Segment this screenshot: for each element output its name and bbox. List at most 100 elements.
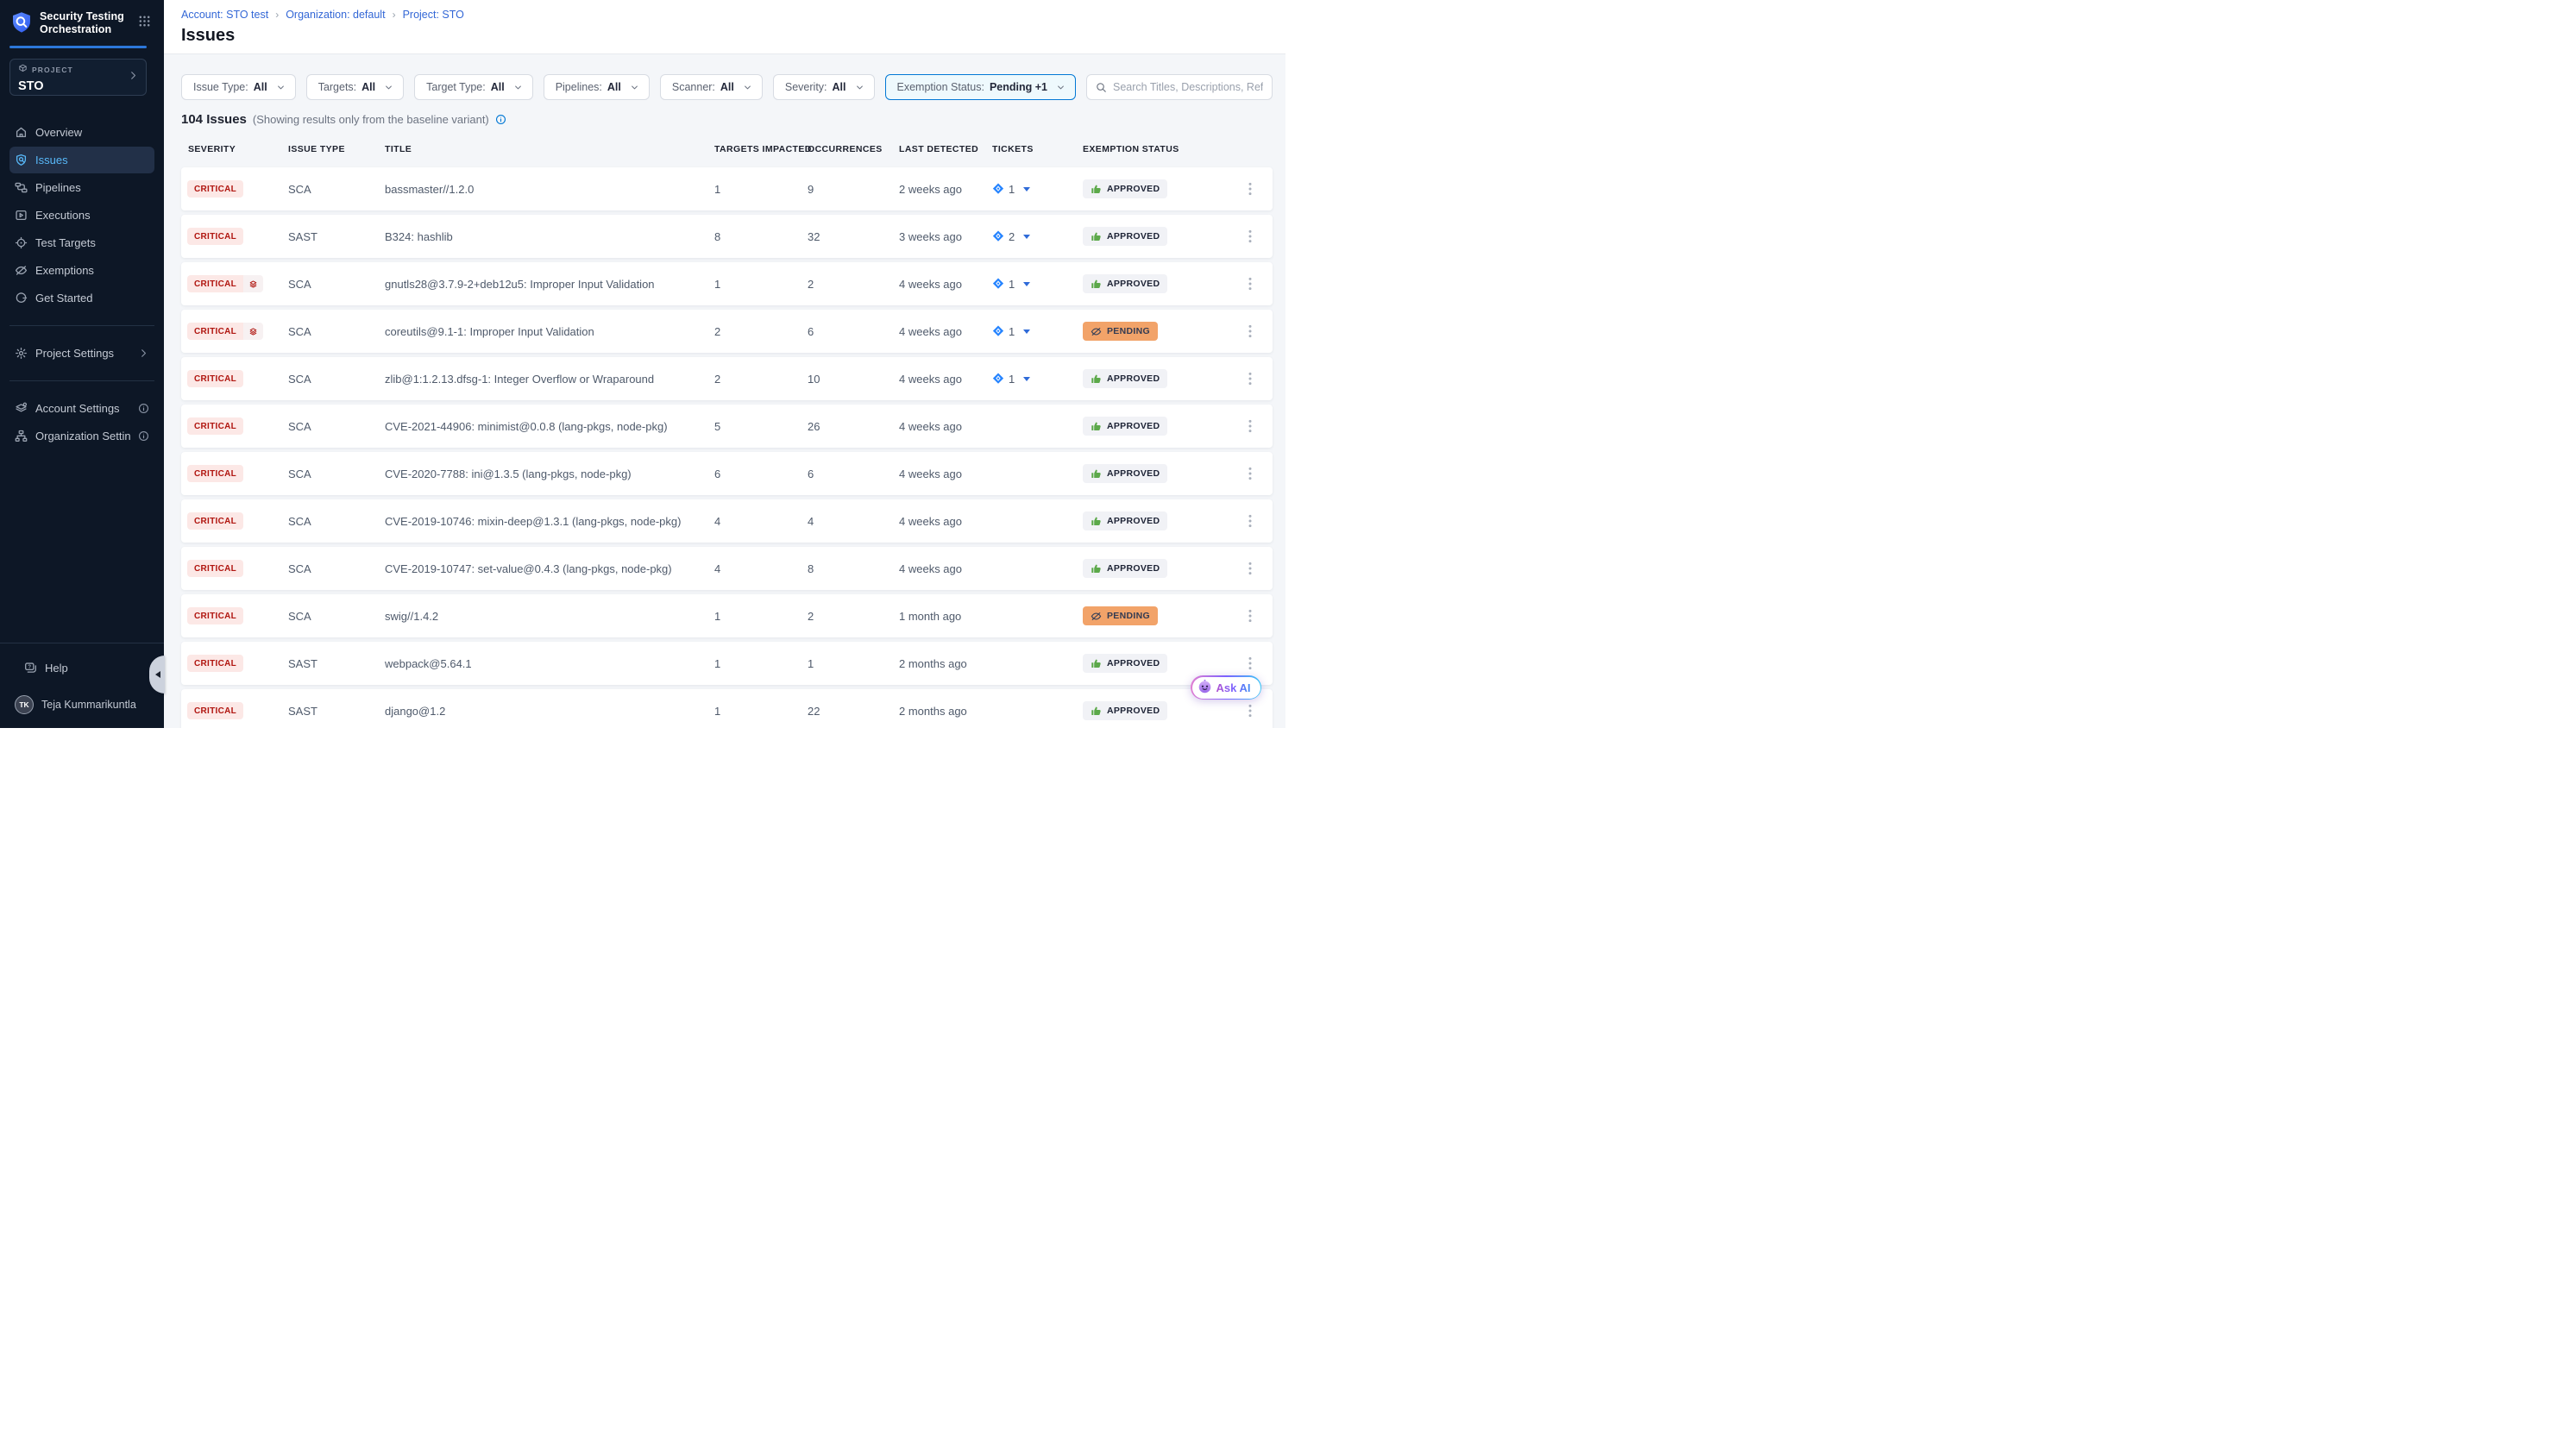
kebab-icon[interactable] — [1243, 700, 1257, 721]
breadcrumb-link-organization-default[interactable]: Organization: default — [286, 9, 385, 21]
grid-icon[interactable] — [138, 13, 154, 28]
issue-type: SCA — [288, 515, 385, 528]
issue-row[interactable]: CRITICAL SCA CVE-2021-44906: minimist@0.… — [181, 405, 1273, 448]
sidebar-secondary-nav: Project Settings — [0, 339, 164, 367]
jira-icon — [992, 373, 1004, 385]
targets-impacted: 4 — [714, 515, 808, 528]
sidebar-item-pipelines[interactable]: Pipelines — [9, 174, 154, 201]
sidebar-item-project-settings[interactable]: Project Settings — [9, 340, 154, 367]
exemption-status-badge: APPROVED — [1083, 464, 1167, 483]
sidebar-item-get-started[interactable]: Get Started — [9, 285, 154, 311]
sidebar-item-executions[interactable]: Executions — [9, 202, 154, 229]
filter-dropdown-scanner[interactable]: Scanner: All — [660, 74, 763, 100]
jira-icon — [992, 325, 1004, 337]
sidebar-item-overview[interactable]: Overview — [9, 119, 154, 146]
exemption-status-badge: PENDING — [1083, 322, 1158, 341]
issue-row[interactable]: CRITICAL SAST django@1.2 1 22 2 months a… — [181, 689, 1273, 728]
filter-dropdown-target-type[interactable]: Target Type: All — [414, 74, 533, 100]
issue-type: SCA — [288, 278, 385, 291]
project-selector[interactable]: PROJECT STO — [9, 59, 147, 96]
issue-row[interactable]: CRITICAL SCA gnutls28@3.7.9-2+deb12u5: I… — [181, 262, 1273, 305]
sidebar-item-issues[interactable]: Issues — [9, 147, 154, 173]
exemption-status-badge: APPROVED — [1083, 701, 1167, 720]
ticket-count: 1 — [1009, 373, 1015, 386]
ticket-expand-caret-icon[interactable] — [1023, 187, 1030, 191]
project-name: STO — [18, 79, 128, 93]
issue-row[interactable]: CRITICAL SCA CVE-2019-10746: mixin-deep@… — [181, 499, 1273, 543]
chevron-right-icon — [128, 70, 139, 85]
ask-ai-button[interactable]: Ask AI — [1191, 675, 1261, 700]
sidebar-item-exemptions[interactable]: Exemptions — [9, 257, 154, 284]
status-label: APPROVED — [1107, 279, 1160, 289]
sidebar-item-help[interactable]: ? Help — [19, 655, 145, 681]
sidebar-item-account-settings[interactable]: Account Settings — [9, 395, 154, 422]
kebab-icon[interactable] — [1243, 226, 1257, 247]
issue-row[interactable]: CRITICAL SCA coreutils@9.1-1: Improper I… — [181, 310, 1273, 353]
status-label: APPROVED — [1107, 468, 1160, 479]
severity-badge: CRITICAL — [187, 512, 243, 530]
occurrences: 8 — [808, 562, 899, 575]
ticket-expand-caret-icon[interactable] — [1023, 329, 1030, 334]
severity-badge: CRITICAL — [187, 655, 243, 672]
kebab-icon[interactable] — [1243, 273, 1257, 294]
issues-summary: 104 Issues (Showing results only from th… — [181, 112, 1273, 127]
severity-badge: CRITICAL — [187, 275, 263, 292]
kebab-icon[interactable] — [1243, 606, 1257, 626]
occurrences: 2 — [808, 610, 899, 623]
tickets-cell: 1 — [992, 183, 1083, 196]
issue-row[interactable]: CRITICAL SAST B324: hashlib 8 32 3 weeks… — [181, 215, 1273, 258]
kebab-icon[interactable] — [1243, 511, 1257, 531]
kebab-icon[interactable] — [1243, 321, 1257, 342]
issue-type: SCA — [288, 468, 385, 480]
filter-dropdown-severity[interactable]: Severity: All — [773, 74, 875, 100]
severity-badge: CRITICAL — [187, 465, 243, 482]
severity-badge: CRITICAL — [187, 417, 243, 435]
issue-row[interactable]: CRITICAL SCA swig//1.4.2 1 2 1 month ago… — [181, 594, 1273, 637]
sidebar-item-organization-settings[interactable]: Organization Settings — [9, 423, 154, 449]
ticket-expand-caret-icon[interactable] — [1023, 377, 1030, 381]
kebab-icon[interactable] — [1243, 558, 1257, 579]
sidebar-item-test-targets[interactable]: Test Targets — [9, 229, 154, 256]
issue-type: SCA — [288, 610, 385, 623]
issue-row[interactable]: CRITICAL SCA zlib@1:1.2.13.dfsg-1: Integ… — [181, 357, 1273, 400]
kebab-icon[interactable] — [1243, 179, 1257, 199]
last-detected: 4 weeks ago — [899, 373, 992, 386]
ticket-count: 1 — [1009, 278, 1015, 291]
user-profile[interactable]: TK Teja Kummarikuntla — [15, 695, 149, 714]
sidebar-main-nav: Overview Issues Pipelines Executions Tes… — [0, 118, 164, 312]
content-body: Issue Type: All Targets: All Target Type… — [164, 54, 1286, 728]
search-icon — [1096, 82, 1107, 93]
severity-label: CRITICAL — [187, 512, 243, 530]
filter-dropdown-targets[interactable]: Targets: All — [306, 74, 404, 100]
issue-type: SCA — [288, 420, 385, 433]
kebab-icon[interactable] — [1243, 653, 1257, 674]
status-label: APPROVED — [1107, 516, 1160, 526]
kebab-icon[interactable] — [1243, 416, 1257, 436]
issue-row[interactable]: CRITICAL SCA CVE-2019-10747: set-value@0… — [181, 547, 1273, 590]
sidebar: Security Testing Orchestration PROJECT S… — [0, 0, 164, 728]
last-detected: 1 month ago — [899, 610, 992, 623]
issue-row[interactable]: CRITICAL SCA bassmaster//1.2.0 1 9 2 wee… — [181, 167, 1273, 210]
filter-dropdown-exemption-status[interactable]: Exemption Status: Pending +1 — [885, 74, 1076, 100]
status-label: APPROVED — [1107, 421, 1160, 431]
issue-type: SAST — [288, 230, 385, 243]
ticket-expand-caret-icon[interactable] — [1023, 282, 1030, 286]
kebab-icon[interactable] — [1243, 368, 1257, 389]
breadcrumb-link-account-sto-test[interactable]: Account: STO test — [181, 9, 268, 21]
ticket-expand-caret-icon[interactable] — [1023, 235, 1030, 239]
severity-label: CRITICAL — [187, 560, 243, 577]
exemption-status-badge: APPROVED — [1083, 274, 1167, 293]
issue-title: coreutils@9.1-1: Improper Input Validati… — [385, 325, 714, 338]
info-icon[interactable] — [495, 114, 506, 125]
filter-dropdown-issue-type[interactable]: Issue Type: All — [181, 74, 296, 100]
breadcrumb-link-project-sto[interactable]: Project: STO — [403, 9, 464, 21]
issue-row[interactable]: CRITICAL SAST webpack@5.64.1 1 1 2 month… — [181, 642, 1273, 685]
filter-dropdown-pipelines[interactable]: Pipelines: All — [544, 74, 650, 100]
kebab-icon[interactable] — [1243, 463, 1257, 484]
severity-badge: CRITICAL — [187, 702, 243, 719]
targets-impacted: 8 — [714, 230, 808, 243]
search-input[interactable] — [1113, 81, 1263, 93]
tickets-cell: 1 — [992, 373, 1083, 386]
page-header: Account: STO test›Organization: default›… — [164, 0, 1286, 54]
issue-row[interactable]: CRITICAL SCA CVE-2020-7788: ini@1.3.5 (l… — [181, 452, 1273, 495]
